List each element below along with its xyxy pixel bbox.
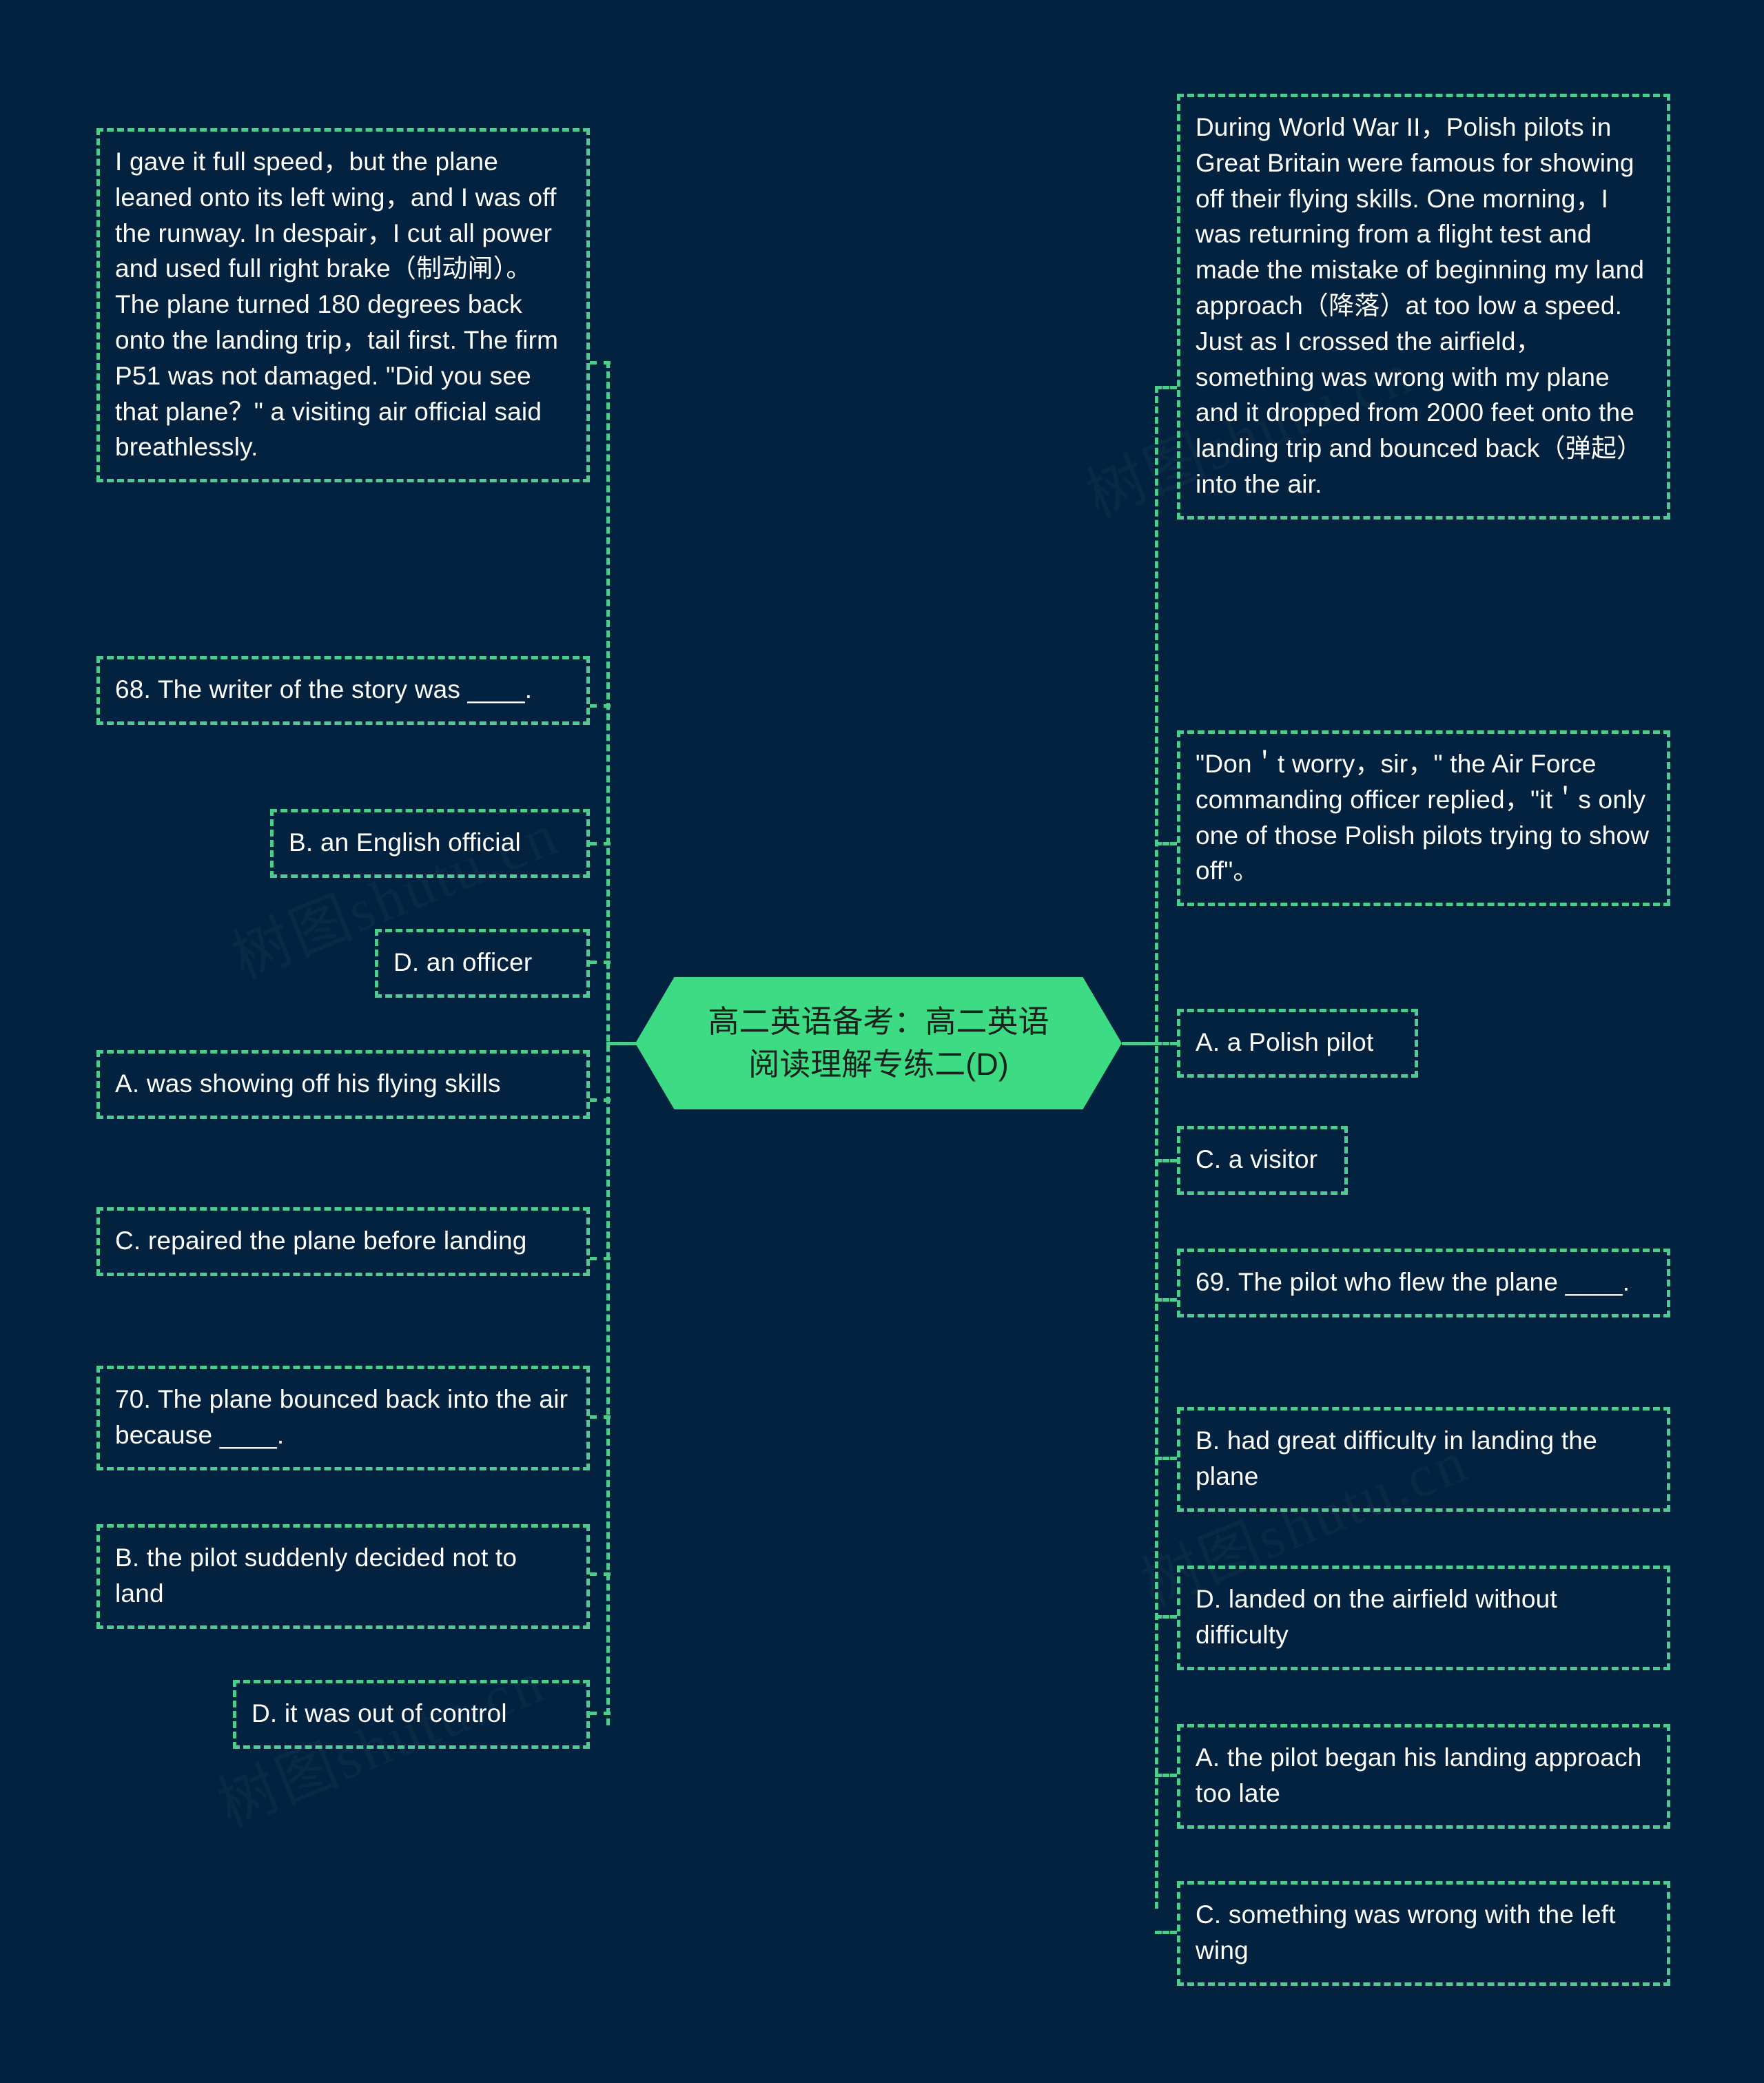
- right-trunk-line: [1155, 386, 1158, 1909]
- node-q68-option-c[interactable]: C. a visitor: [1177, 1126, 1348, 1195]
- node-question-69[interactable]: 69. The pilot who flew the plane ____.: [1177, 1249, 1670, 1317]
- right-stub-q69: [1155, 1298, 1177, 1302]
- left-stub-q68b: [590, 842, 611, 845]
- node-q68-option-a[interactable]: A. a Polish pilot: [1177, 1009, 1418, 1078]
- node-q70-option-b[interactable]: B. the pilot suddenly decided not to lan…: [96, 1524, 590, 1629]
- node-passage-part2[interactable]: I gave it full speed，but the plane leane…: [96, 128, 590, 483]
- right-hub-stub: [1122, 1042, 1158, 1045]
- node-q68-option-d[interactable]: D. an officer: [375, 929, 590, 998]
- node-q69-option-d[interactable]: D. landed on the airfield without diffic…: [1177, 1566, 1670, 1670]
- left-stub-q68: [590, 704, 611, 708]
- right-stub-q68c: [1155, 1159, 1177, 1162]
- node-q69-option-a[interactable]: A. was showing off his flying skills: [96, 1050, 590, 1119]
- node-q69-option-b[interactable]: B. had great difficulty in landing the p…: [1177, 1407, 1670, 1512]
- right-stub-q69d: [1155, 1615, 1177, 1619]
- left-stub-q69a: [590, 1098, 611, 1102]
- left-stub-q70d: [590, 1712, 611, 1715]
- right-stub-q69b: [1155, 1457, 1177, 1460]
- node-question-68[interactable]: 68. The writer of the story was ____.: [96, 656, 590, 725]
- right-stub-q70c: [1155, 1931, 1177, 1934]
- node-q68-option-b[interactable]: B. an English official: [270, 809, 590, 878]
- node-q70-option-d[interactable]: D. it was out of control: [233, 1680, 590, 1749]
- node-question-70[interactable]: 70. The plane bounced back into the air …: [96, 1366, 590, 1470]
- node-passage-part1[interactable]: During World War II，Polish pilots in Gre…: [1177, 94, 1670, 520]
- node-q69-option-c[interactable]: C. repaired the plane before landing: [96, 1207, 590, 1276]
- left-stub-q70: [590, 1415, 611, 1419]
- right-stub-passage3: [1155, 842, 1177, 845]
- left-stub-passage2: [590, 361, 611, 365]
- right-stub-passage1: [1155, 386, 1177, 389]
- left-stub-q68d: [590, 961, 611, 964]
- right-stub-q70a: [1155, 1774, 1177, 1777]
- node-q70-option-c[interactable]: C. something was wrong with the left win…: [1177, 1881, 1670, 1986]
- left-stub-q70b: [590, 1572, 611, 1576]
- left-stub-q69c: [590, 1257, 611, 1260]
- center-topic-line-2: 阅读理解专练二(D): [748, 1047, 1009, 1082]
- center-topic-line-1: 高二英语备考：高二英语: [708, 1003, 1049, 1039]
- right-stub-q68a: [1155, 1042, 1177, 1045]
- center-topic-node[interactable]: 高二英语备考：高二英语 阅读理解专练二(D): [635, 977, 1122, 1109]
- left-hub-stub: [606, 1042, 638, 1045]
- node-q70-option-a[interactable]: A. the pilot began his landing approach …: [1177, 1724, 1670, 1829]
- node-passage-part3[interactable]: "Don＇t worry，sir，" the Air Force command…: [1177, 730, 1670, 907]
